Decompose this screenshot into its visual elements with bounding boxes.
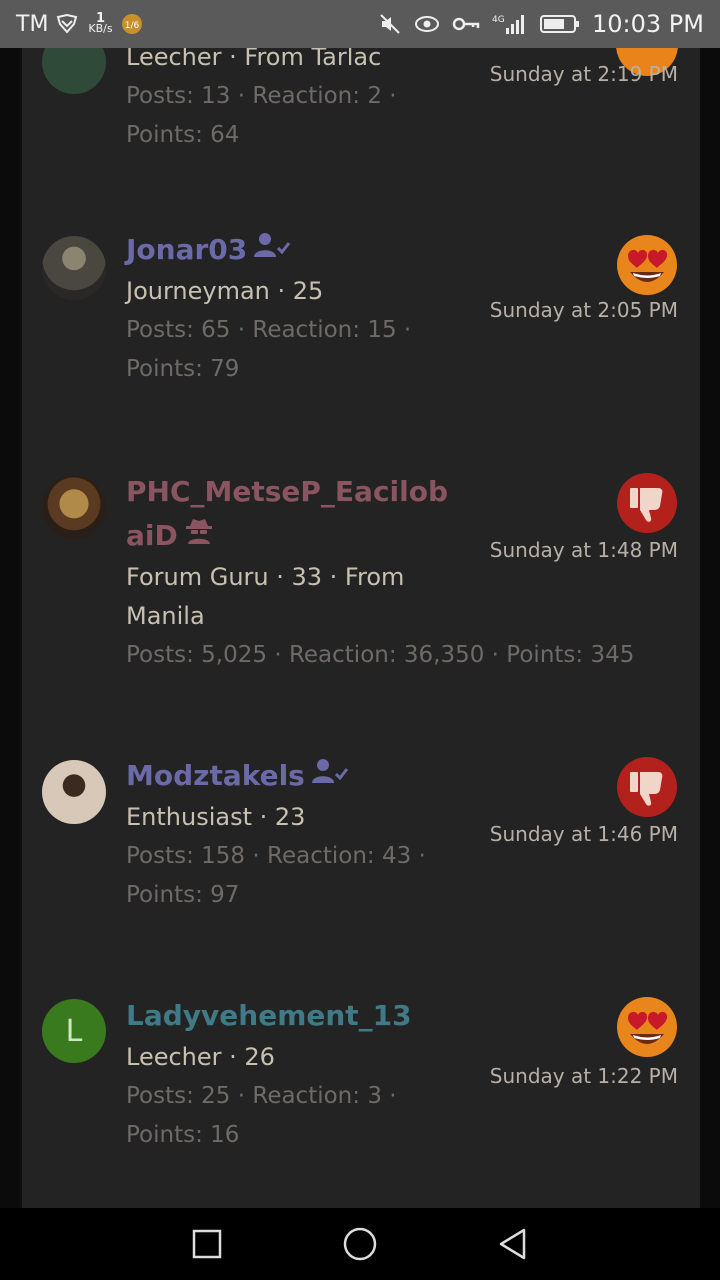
reaction-time: Sunday at 2:19 PM	[489, 62, 678, 86]
heart-eyes-emoji-icon	[617, 235, 677, 295]
avatar-letter: L	[65, 1013, 83, 1049]
avatar[interactable]	[42, 236, 106, 300]
app-notification-icon: 1/6	[121, 13, 143, 35]
reaction-time: Sunday at 2:05 PM	[489, 298, 678, 322]
user-title: Leecher · 26	[126, 1043, 275, 1071]
right-edge	[700, 48, 720, 1208]
user-points: Points: 64	[126, 122, 240, 148]
thumbs-down-icon	[617, 757, 677, 817]
user-title: Enthusiast · 23	[126, 803, 306, 831]
list-item[interactable]: PHC_MetseP_Eacilob aiD Forum Guru · 33 ·…	[22, 468, 700, 688]
user-points: Points: 97	[126, 882, 240, 908]
battery-icon	[540, 14, 580, 34]
verified-user-icon	[311, 754, 349, 798]
user-stats: Posts: 5,025 · Reaction: 36,350 · Points…	[126, 642, 635, 668]
mute-icon	[378, 12, 402, 36]
heart-eyes-emoji-icon	[617, 997, 677, 1057]
svg-text:4G: 4G	[492, 15, 505, 25]
clock: 10:03 PM	[592, 10, 704, 38]
signal-4g-icon: 4G	[492, 12, 528, 36]
home-button[interactable]	[330, 1214, 390, 1274]
reaction-time: Sunday at 1:48 PM	[489, 538, 678, 562]
square-icon	[192, 1229, 221, 1259]
spy-icon	[184, 514, 214, 558]
triangle-back-icon	[500, 1228, 526, 1260]
vpn-key-icon	[452, 16, 480, 32]
list-item[interactable]: Jonar03 Journeyman · 25 Posts: 65 · Reac…	[22, 228, 700, 408]
user-points: Points: 79	[126, 356, 240, 382]
username[interactable]: Ladyvehement_13	[126, 994, 412, 1038]
user-points: Points: 16	[126, 1122, 240, 1148]
eye-icon	[414, 14, 440, 34]
navigation-bar	[0, 1208, 720, 1280]
user-title-continued: Manila	[126, 602, 205, 630]
circle-icon	[343, 1227, 377, 1261]
shield-icon	[56, 14, 78, 34]
status-bar: TM 1 KB/s 1/6 4G 10:03 PM	[0, 0, 720, 48]
username[interactable]: Jonar03	[126, 228, 411, 272]
user-stats: Posts: 158 · Reaction: 43 ·	[126, 843, 426, 869]
user-title: Leecher · From Tarlac	[126, 48, 382, 71]
username[interactable]: PHC_MetseP_Eacilob	[126, 470, 634, 514]
network-speed: 1 KB/s	[88, 11, 113, 35]
user-stats: Posts: 65 · Reaction: 15 ·	[126, 317, 412, 343]
svg-text:1/6: 1/6	[124, 21, 139, 31]
username[interactable]: Modztakels	[126, 754, 426, 798]
avatar[interactable]	[42, 760, 106, 824]
reaction-time: Sunday at 1:22 PM	[489, 1064, 678, 1088]
avatar[interactable]	[42, 48, 106, 94]
reactions-list: Leecher · From Tarlac Posts: 13 · Reacti…	[22, 48, 700, 1208]
user-title: Forum Guru · 33 · From	[126, 563, 405, 591]
back-button[interactable]	[483, 1214, 543, 1274]
user-stats: Posts: 13 · Reaction: 2 ·	[126, 83, 397, 109]
list-item[interactable]: L Ladyvehement_13 Leecher · 26 Posts: 25…	[22, 992, 700, 1172]
recent-apps-button[interactable]	[177, 1214, 237, 1274]
user-stats: Posts: 25 · Reaction: 3 ·	[126, 1083, 397, 1109]
carrier-label: TM	[16, 11, 49, 37]
list-item[interactable]: Leecher · From Tarlac Posts: 13 · Reacti…	[22, 48, 700, 210]
user-title: Journeyman · 25	[126, 277, 324, 305]
list-item[interactable]: Modztakels Enthusiast · 23 Posts: 158 · …	[22, 752, 700, 932]
reaction-time: Sunday at 1:46 PM	[489, 822, 678, 846]
verified-user-icon	[253, 228, 291, 272]
avatar[interactable]: L	[42, 999, 106, 1063]
left-edge	[0, 48, 20, 1208]
avatar[interactable]	[42, 475, 106, 539]
